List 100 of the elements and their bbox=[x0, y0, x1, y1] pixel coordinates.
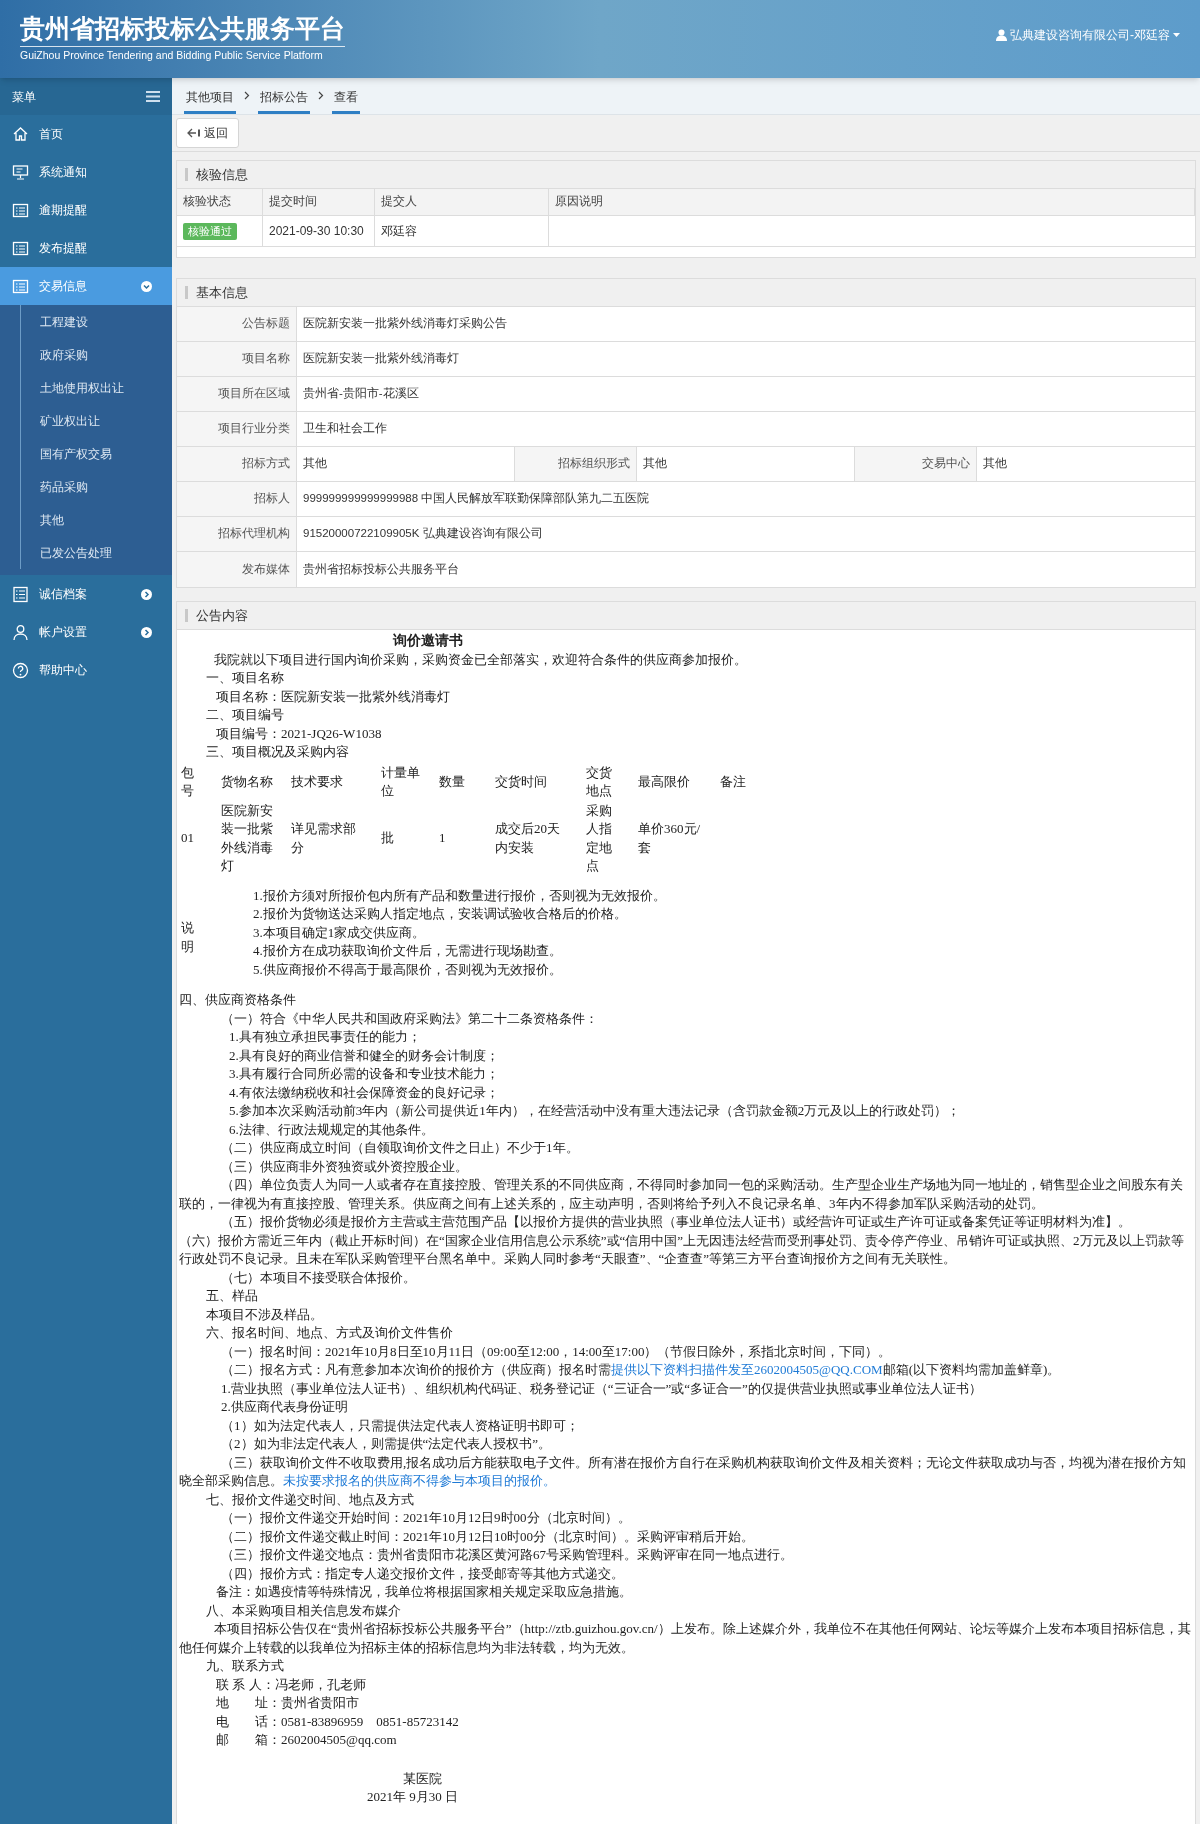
field-value: 999999999999999988 中国人民解放军联勤保障部队第九二五医院 bbox=[302, 491, 651, 507]
table-cell-text: 说明 bbox=[181, 919, 195, 956]
paragraph: （六）报价方需近三年内（截止开标时间）在“国家企业信用信息公示系统”或“信用中国”上无因违法经营而受刑事处罚、责令停产停业、吊销许可证或执照、2万元及以上罚款等行政处罚不良记录。且未在军队采购管理平台黑名单中。采购人同时参考“天眼查”、“企查查”等第三方平台查询报价方之间有无关联性。 bbox=[179, 1231, 1185, 1268]
paragraph: 1.具有独立承担民事责任的能力； bbox=[228, 1028, 422, 1046]
paragraph: 某医院 bbox=[402, 1769, 443, 1788]
paragraph: 1.营业执照（事业单位法人证书）、组织机构代码证、税务登记证（“三证合一”或“多证合一”的仅提供营业执照或事业单位法人证书） bbox=[220, 1379, 983, 1398]
paragraph: 我院就以下项目进行国内询价采购，采购资金已全部落实，欢迎符合条件的供应商参加报价。 bbox=[213, 650, 748, 669]
panel-title: 核验信息 bbox=[196, 165, 248, 184]
note-line: 3.本项目确定1家成交供应商。 bbox=[253, 923, 427, 942]
submenu-item[interactable]: 政府采购 bbox=[21, 338, 172, 371]
sidebar-item[interactable]: 系统通知 bbox=[0, 153, 172, 191]
field-label: 招标组织形式 bbox=[515, 447, 637, 481]
paragraph: 二、项目编号 bbox=[205, 706, 285, 724]
note-line: 5.供应商报价不得高于最高限价，否则视为无效报价。 bbox=[253, 960, 563, 979]
submenu-item[interactable]: 药品采购 bbox=[21, 470, 172, 503]
list-icon bbox=[12, 239, 29, 257]
submenu-item[interactable]: 土地使用权出让 bbox=[21, 371, 172, 404]
list-icon bbox=[12, 585, 29, 603]
back-button[interactable]: 返回 bbox=[176, 118, 239, 148]
column-header: 最高限价 bbox=[637, 772, 691, 791]
link[interactable]: 提供以下资料扫描件发至2602004505@QQ.COM bbox=[611, 1362, 883, 1377]
field-value: 贵州省招标投标公共服务平台 bbox=[302, 561, 460, 577]
paragraph: （二）供应商成立时间（自领取询价文件之日止）不少于1年。 bbox=[220, 1139, 580, 1157]
submenu-item[interactable]: 国有产权交易 bbox=[21, 437, 172, 470]
sidebar-item[interactable]: 帐户设置 bbox=[0, 613, 172, 651]
status-badge: 核验通过 bbox=[183, 222, 237, 240]
submenu-item[interactable]: 工程建设 bbox=[21, 305, 172, 338]
sidebar-item[interactable]: 发布提醒 bbox=[0, 229, 172, 267]
paragraph: 三、项目概况及采购内容 bbox=[205, 743, 350, 761]
column-header: 技术要求 bbox=[290, 772, 344, 791]
sidebar-item[interactable]: 诚信档案 bbox=[0, 575, 172, 613]
table-cell-text: 采购人指定地点 bbox=[585, 801, 613, 875]
table-cell-text: 批 bbox=[380, 829, 395, 848]
table-cell: 2021-09-30 10:30 bbox=[263, 216, 375, 246]
table-cell-text: 成交后20天内安装 bbox=[494, 820, 561, 857]
paragraph: （四）报价方式：指定专人递交报价文件，接受邮寄等其他方式递交。 bbox=[220, 1564, 625, 1583]
site-title: 贵州省招标投标公共服务平台 bbox=[20, 12, 345, 47]
paragraph: 本项目招标公告仅在“贵州省招标投标公共服务平台”（http://ztb.guizhou.gov.cn/）上发布。除上述媒介外，我单位不在其他任何网站、论坛等媒介上发布本项目招标信息，其他任何媒介上转载的以我单位为招标主体的招标信息均为非法转载，均为无效。 bbox=[179, 1620, 1191, 1657]
menu-label: 菜单 bbox=[12, 88, 36, 106]
paragraph: 电 话：0581-83896959 0851-85723142 bbox=[215, 1712, 460, 1731]
paragraph: 3.具有履行合同所必需的设备和专业技术能力； bbox=[228, 1065, 500, 1083]
table-cell-text: 单价360元/套 bbox=[637, 820, 702, 857]
field-value: 卫生和社会工作 bbox=[302, 421, 388, 437]
breadcrumb-link[interactable]: 查看 bbox=[332, 84, 360, 114]
column-header: 原因说明 bbox=[549, 189, 1195, 215]
paragraph: 邮 箱：2602004505@qq.com bbox=[215, 1731, 398, 1749]
submenu-item[interactable]: 已发公告处理 bbox=[21, 536, 172, 569]
home-icon bbox=[12, 125, 29, 143]
paragraph: 项目编号：2021-JQ26-W1038 bbox=[215, 724, 383, 743]
paragraph: 四、供应商资格条件 bbox=[179, 991, 297, 1009]
field-label: 项目行业分类 bbox=[177, 412, 297, 446]
sidebar-item[interactable]: 帮助中心 bbox=[0, 651, 172, 689]
paragraph: 2.供应商代表身份证明 bbox=[220, 1398, 349, 1416]
user-icon bbox=[12, 623, 29, 641]
link[interactable]: 未按要求报名的供应商不得参与本项目的报价。 bbox=[283, 1473, 556, 1488]
panel-title: 公告内容 bbox=[196, 606, 248, 625]
paragraph: 八、本采购项目相关信息发布媒介 bbox=[205, 1601, 402, 1620]
column-header: 交货时间 bbox=[494, 772, 548, 791]
field-value: 其他 bbox=[982, 456, 1008, 472]
paragraph: （七）本项目不接受联合体报价。 bbox=[220, 1268, 417, 1287]
breadcrumb-link[interactable]: 招标公告 bbox=[258, 84, 310, 114]
table-cell: 邓廷容 bbox=[375, 216, 549, 246]
paragraph: 地 址：贵州省贵阳市 bbox=[215, 1694, 360, 1712]
paragraph: （二）报价文件递交截止时间：2021年10月12日10时00分（北京时间）。采购评审稍后开始。 bbox=[220, 1527, 755, 1546]
column-header: 核验状态 bbox=[177, 189, 263, 215]
paragraph: 联 系 人：冯老师，孔老师 bbox=[215, 1675, 367, 1694]
user-icon bbox=[996, 29, 1007, 41]
paragraph: 2.具有良好的商业信誉和健全的财务会计制度； bbox=[228, 1046, 500, 1065]
paragraph: （一）报价文件递交开始时间：2021年10月12日9时00分（北京时间）。 bbox=[220, 1509, 632, 1527]
field-value: 医院新安装一批紫外线消毒灯采购公告 bbox=[302, 316, 508, 332]
field-label: 公告标题 bbox=[177, 307, 297, 341]
sidebar-item[interactable]: 首页 bbox=[0, 115, 172, 153]
field-label: 项目名称 bbox=[177, 342, 297, 376]
caret-icon bbox=[1173, 33, 1180, 37]
paragraph: 2021年 9月30 日 bbox=[366, 1788, 459, 1806]
breadcrumb-link[interactable]: 其他项目 bbox=[184, 84, 236, 114]
field-value: 91520000722109905K 弘典建设咨询有限公司 bbox=[302, 526, 544, 542]
submenu-item[interactable]: 矿业权出让 bbox=[21, 404, 172, 437]
menu-icon bbox=[146, 91, 160, 102]
field-label: 项目所在区域 bbox=[177, 377, 297, 411]
column-header: 提交人 bbox=[375, 189, 549, 215]
column-header: 交货地点 bbox=[585, 763, 613, 800]
help-icon bbox=[12, 661, 29, 679]
field-value: 贵州省-贵阳市-花溪区 bbox=[302, 386, 420, 402]
sidebar-item[interactable]: 逾期提醒 bbox=[0, 191, 172, 229]
note-line: 2.报价为货物送达采购人指定地点，安装调试验收合格后的价格。 bbox=[253, 905, 628, 923]
column-header: 货物名称 bbox=[220, 772, 274, 791]
column-header: 计量单位 bbox=[380, 763, 421, 800]
field-value: 医院新安装一批紫外线消毒灯 bbox=[302, 351, 460, 367]
paragraph: （四）单位负责人为同一人或者存在直接控股、管理关系的不同供应商，不得同时参加同一包的采购活动。生产型企业生产场地为同一地址的，销售型企业之间股东有关联的，一律视为有直接控股、管理关系。供应商之间有上述关系的，应主动声明，否则将给予列入不良记录名单、3年内不得参加军队采购活动的处罚。 bbox=[179, 1176, 1184, 1213]
field-label: 招标方式 bbox=[177, 447, 297, 481]
paragraph: （五）报价货物必须是报价方主营或主营范围产品【以报价方提供的营业执照（事业单位法人证书）或经营许可证或生产许可证或备案凭证等证明材料为准】。 bbox=[220, 1213, 1132, 1231]
submenu-item[interactable]: 其他 bbox=[21, 503, 172, 536]
field-label: 发布媒体 bbox=[177, 552, 297, 587]
paragraph: 4.有依法缴纳税收和社会保障资金的良好记录； bbox=[228, 1083, 500, 1102]
site-subtitle: GuiZhou Province Tendering and Bidding Public Service Platform bbox=[20, 48, 324, 63]
paragraph: （三）获取询价文件不收取费用,报名成功后方能获取电子文件。所有潜在报价方自行在采购机构获取询价文件及相关资料；无论文件获取成功与否，均视为潜在报价方知晓全部采购信息。未按要求报名的供应商不得参与本项目的报价。 bbox=[179, 1453, 1188, 1490]
paragraph: （三）供应商非外资独资或外资控股企业。 bbox=[220, 1157, 469, 1176]
sidebar-item[interactable]: 交易信息 bbox=[0, 267, 172, 305]
paragraph: 项目名称：医院新安装一批紫外线消毒灯 bbox=[215, 687, 451, 706]
